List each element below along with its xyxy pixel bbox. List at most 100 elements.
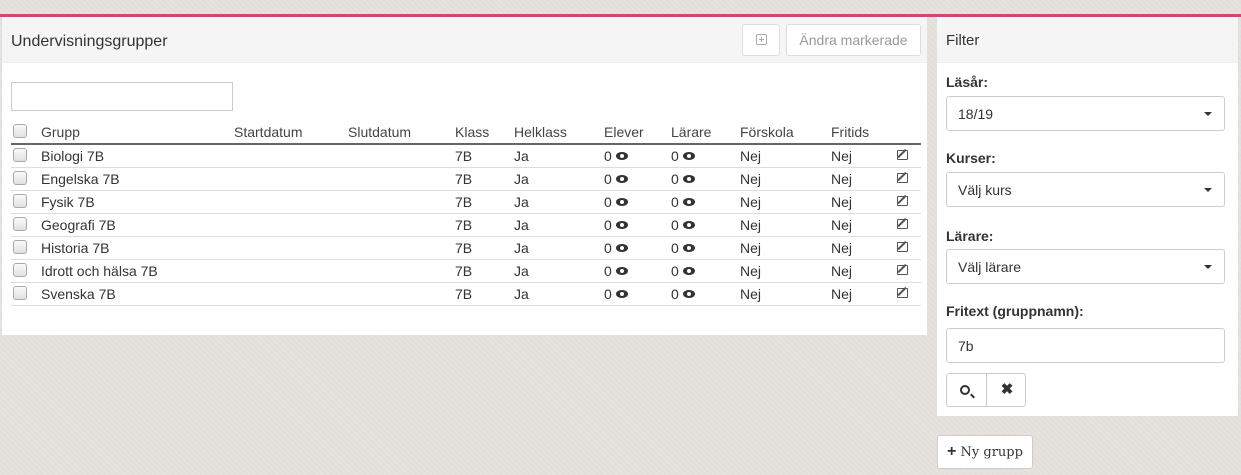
- column-header-preschool[interactable]: Förskola: [740, 124, 794, 140]
- search-icon: [960, 385, 970, 395]
- preschool-value: Nej: [740, 240, 762, 256]
- table-row[interactable]: Svenska 7B 7B Ja 0 0 Nej Nej: [11, 283, 921, 306]
- table-header-row: Grupp Startdatum Slutdatum Klass Helklas…: [11, 117, 921, 145]
- freetext-input[interactable]: 7b: [946, 328, 1225, 363]
- row-checkbox[interactable]: [13, 194, 27, 208]
- row-checkbox[interactable]: [13, 263, 27, 277]
- edit-icon[interactable]: [897, 242, 908, 252]
- eye-icon[interactable]: [615, 267, 628, 276]
- teachers-count[interactable]: 0: [671, 286, 695, 302]
- students-count[interactable]: 0: [604, 148, 628, 164]
- eye-icon[interactable]: [682, 221, 695, 230]
- column-header-after-school[interactable]: Fritids: [831, 124, 869, 140]
- group-name: Svenska 7B: [41, 286, 116, 302]
- row-checkbox[interactable]: [13, 171, 27, 185]
- teachers-count[interactable]: 0: [671, 194, 695, 210]
- column-header-teachers[interactable]: Lärare: [671, 124, 711, 140]
- eye-icon[interactable]: [682, 244, 695, 253]
- preschool-value: Nej: [740, 171, 762, 187]
- row-checkbox[interactable]: [13, 240, 27, 254]
- eye-icon[interactable]: [682, 267, 695, 276]
- school-year-label: Läsår:: [946, 74, 989, 90]
- eye-icon[interactable]: [682, 175, 695, 184]
- teachers-count[interactable]: 0: [671, 171, 695, 187]
- select-all-checkbox[interactable]: [13, 124, 27, 138]
- edit-icon[interactable]: [897, 150, 908, 160]
- after-school-value: Nej: [831, 217, 853, 233]
- table-row[interactable]: Idrott och hälsa 7B 7B Ja 0 0 Nej Nej: [11, 260, 921, 283]
- table-search-input[interactable]: [11, 82, 233, 111]
- clear-button[interactable]: ✖: [987, 374, 1027, 406]
- eye-icon[interactable]: [682, 290, 695, 299]
- after-school-value: Nej: [831, 148, 853, 164]
- teachers-count[interactable]: 0: [671, 148, 695, 164]
- eye-icon[interactable]: [615, 290, 628, 299]
- expand-button[interactable]: [742, 24, 780, 56]
- filter-button-group: ✖: [946, 373, 1026, 407]
- edit-icon[interactable]: [897, 265, 908, 275]
- class-value: 7B: [455, 240, 473, 256]
- row-checkbox[interactable]: [13, 217, 27, 231]
- table-row[interactable]: Biologi 7B 7B Ja 0 0 Nej Nej: [11, 145, 921, 168]
- column-header-start[interactable]: Startdatum: [234, 124, 302, 140]
- table-row[interactable]: Fysik 7B 7B Ja 0 0 Nej Nej: [11, 191, 921, 214]
- students-count[interactable]: 0: [604, 240, 628, 256]
- after-school-value: Nej: [831, 194, 853, 210]
- column-header-whole-class[interactable]: Helklass: [514, 124, 567, 140]
- teachers-select[interactable]: Välj lärare: [946, 249, 1225, 284]
- whole-class-value: Ja: [514, 240, 529, 256]
- edit-icon[interactable]: [897, 219, 908, 229]
- column-header-group[interactable]: Grupp: [41, 124, 80, 140]
- change-selected-button[interactable]: Ändra markerade: [786, 24, 921, 56]
- page-title: Undervisningsgrupper: [11, 33, 168, 50]
- teachers-count[interactable]: 0: [671, 217, 695, 233]
- table-row[interactable]: Geografi 7B 7B Ja 0 0 Nej Nej: [11, 214, 921, 237]
- eye-icon[interactable]: [682, 198, 695, 207]
- filter-panel: Filter Läsår: 18/19 Kurser: Välj kurs Lä…: [937, 17, 1238, 416]
- edit-icon[interactable]: [897, 288, 908, 298]
- teachers-count-value: 0: [671, 240, 679, 256]
- group-name: Biologi 7B: [41, 148, 105, 164]
- students-count[interactable]: 0: [604, 217, 628, 233]
- group-name: Geografi 7B: [41, 217, 116, 233]
- eye-icon[interactable]: [615, 221, 628, 230]
- eye-icon[interactable]: [682, 152, 695, 161]
- students-count-value: 0: [604, 148, 612, 164]
- teachers-label: Lärare:: [946, 228, 994, 244]
- school-year-select[interactable]: 18/19: [946, 96, 1225, 131]
- column-header-end[interactable]: Slutdatum: [348, 124, 411, 140]
- group-name: Historia 7B: [41, 240, 110, 256]
- search-button[interactable]: [947, 374, 987, 406]
- table-row[interactable]: Engelska 7B 7B Ja 0 0 Nej Nej: [11, 168, 921, 191]
- preschool-value: Nej: [740, 286, 762, 302]
- caret-down-icon: [1204, 265, 1212, 269]
- eye-icon[interactable]: [615, 244, 628, 253]
- eye-icon[interactable]: [615, 198, 628, 207]
- group-name: Fysik 7B: [41, 194, 95, 210]
- row-checkbox[interactable]: [13, 148, 27, 162]
- students-count-value: 0: [604, 263, 612, 279]
- column-header-class[interactable]: Klass: [455, 124, 489, 140]
- edit-icon[interactable]: [897, 173, 908, 183]
- students-count[interactable]: 0: [604, 194, 628, 210]
- class-value: 7B: [455, 263, 473, 279]
- courses-select[interactable]: Välj kurs: [946, 172, 1225, 207]
- group-name: Idrott och hälsa 7B: [41, 263, 158, 279]
- plus-icon: +: [947, 443, 957, 460]
- preschool-value: Nej: [740, 217, 762, 233]
- row-checkbox[interactable]: [13, 286, 27, 300]
- edit-icon[interactable]: [897, 196, 908, 206]
- students-count[interactable]: 0: [604, 263, 628, 279]
- column-header-students[interactable]: Elever: [604, 124, 644, 140]
- class-value: 7B: [455, 148, 473, 164]
- students-count[interactable]: 0: [604, 171, 628, 187]
- group-name: Engelska 7B: [41, 171, 120, 187]
- eye-icon[interactable]: [615, 175, 628, 184]
- students-count[interactable]: 0: [604, 286, 628, 302]
- new-group-button[interactable]: + Ny grupp: [937, 435, 1033, 469]
- eye-icon[interactable]: [615, 152, 628, 161]
- filter-panel-header: Filter: [937, 17, 1238, 63]
- table-row[interactable]: Historia 7B 7B Ja 0 0 Nej Nej: [11, 237, 921, 260]
- teachers-count[interactable]: 0: [671, 263, 695, 279]
- teachers-count[interactable]: 0: [671, 240, 695, 256]
